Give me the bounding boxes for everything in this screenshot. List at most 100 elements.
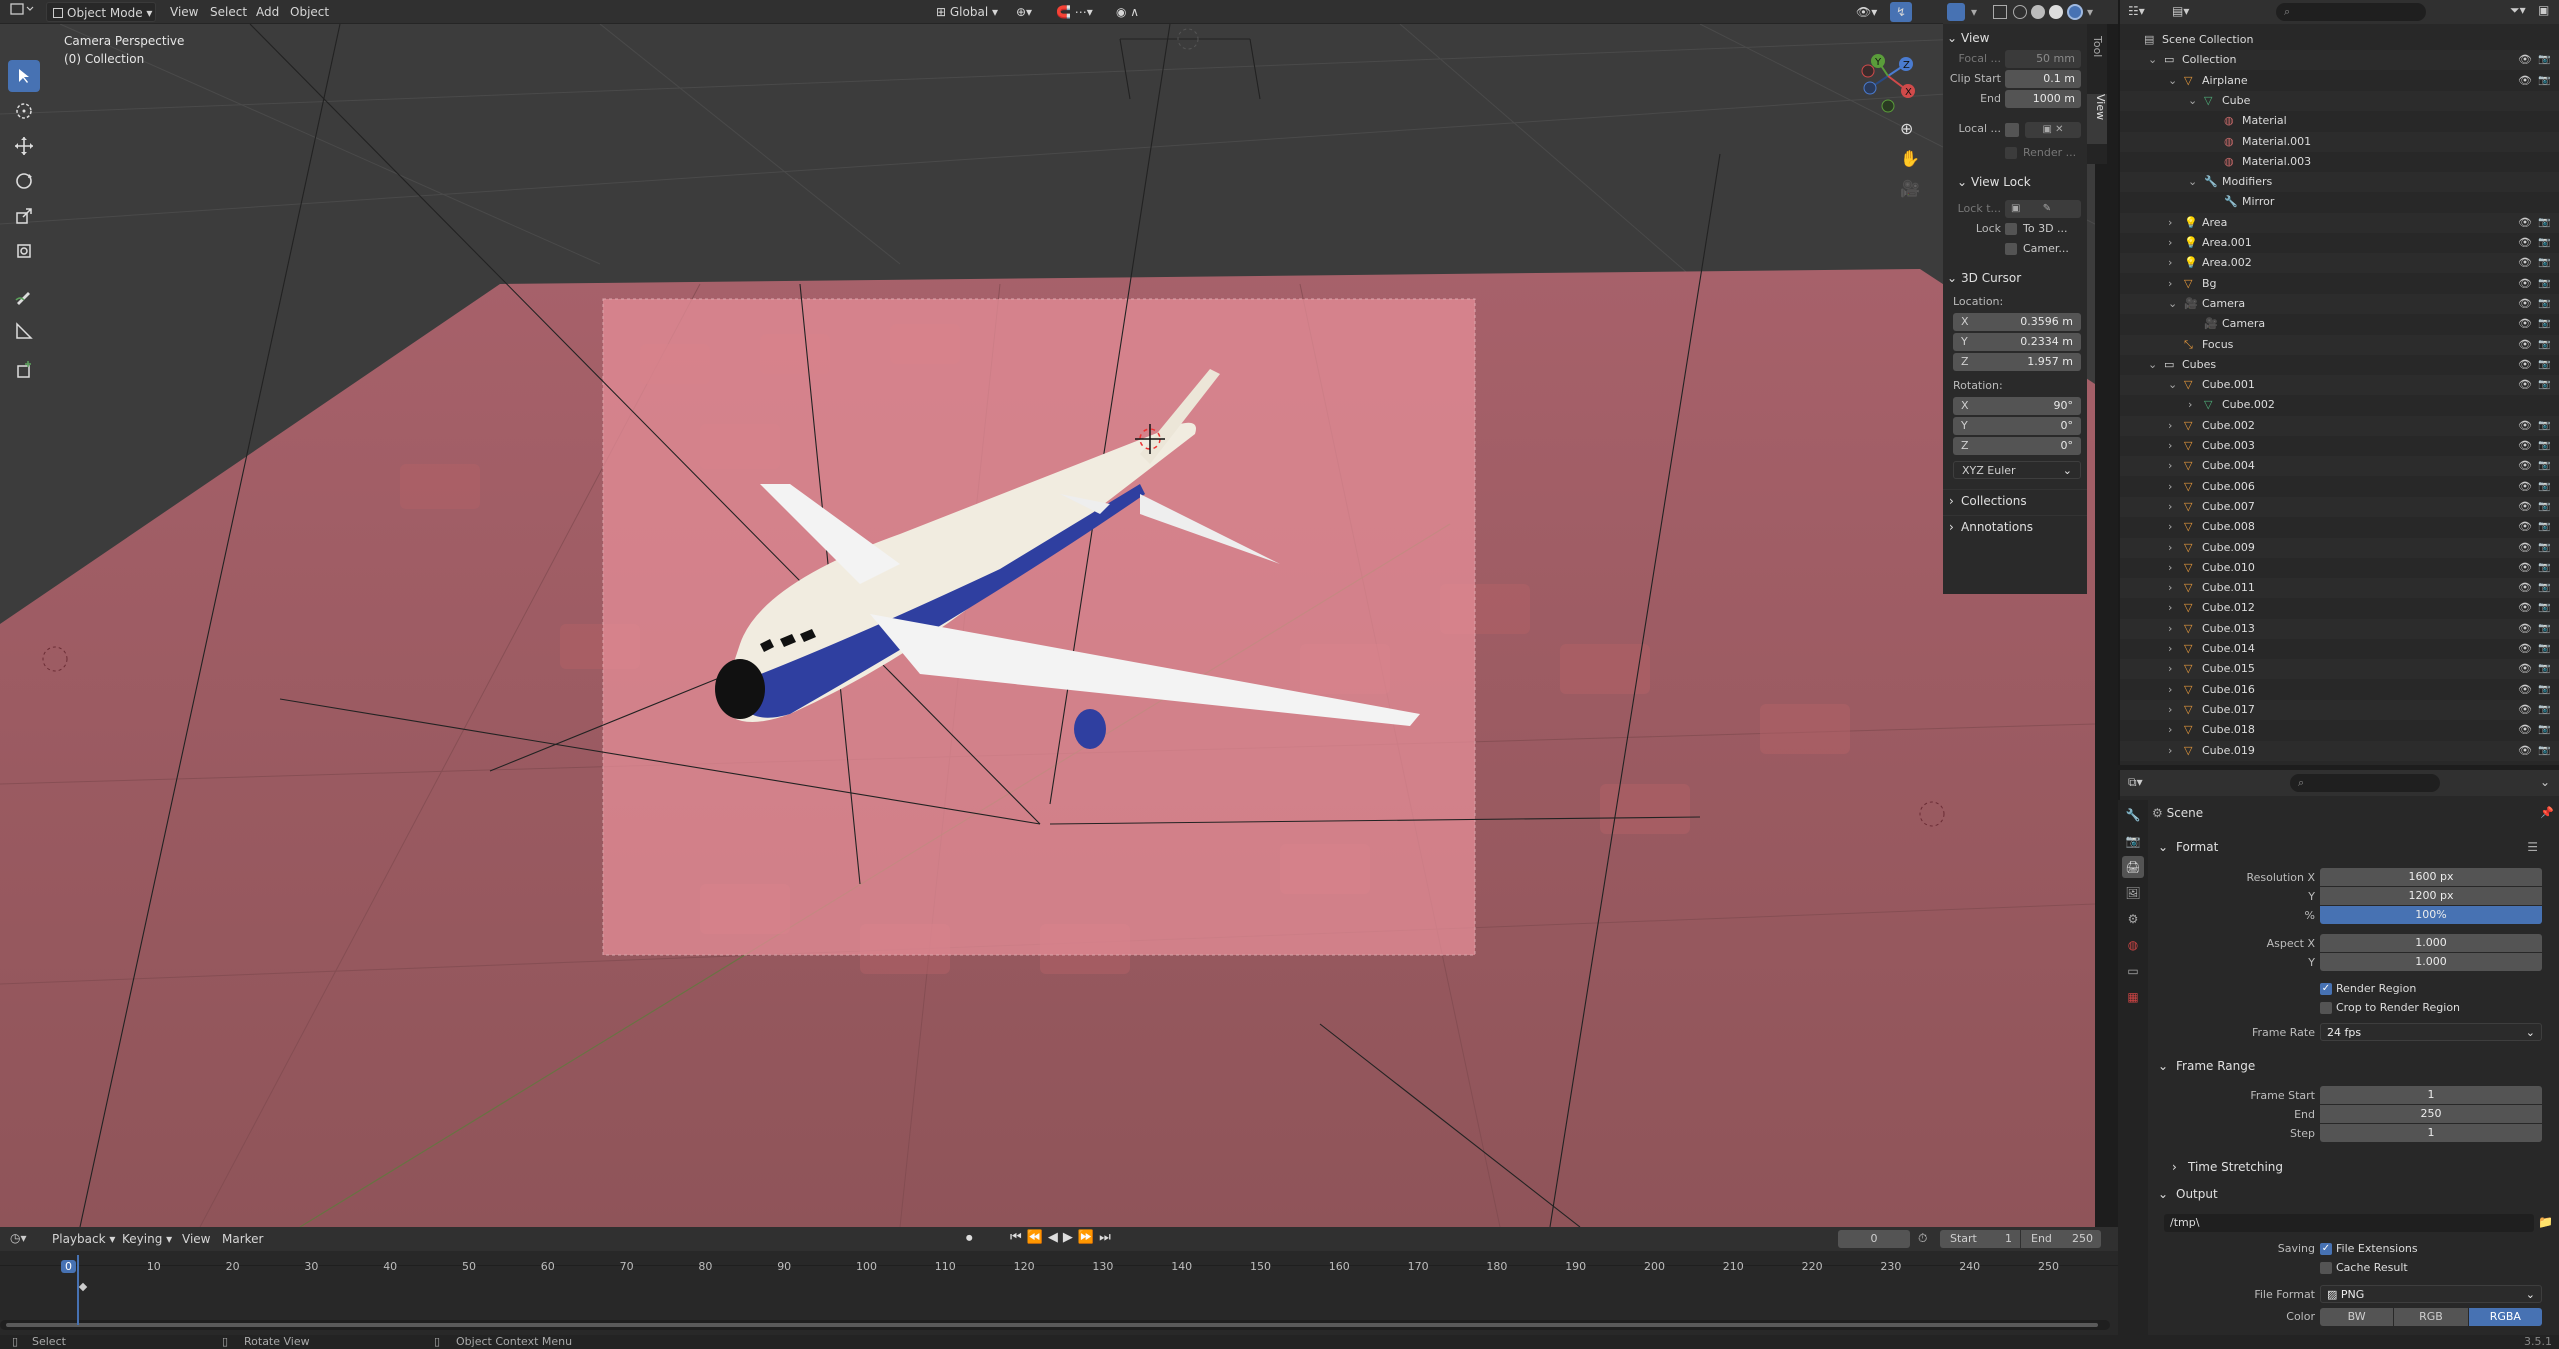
render-camera-icon[interactable]: 📷 [2538, 598, 2550, 618]
render-camera-icon[interactable]: 📷 [2538, 314, 2550, 334]
visibility-eye-icon[interactable]: 👁 [2518, 477, 2532, 497]
outliner-row[interactable]: ⌄ ▽ Airplane 👁 📷 [2120, 71, 2559, 91]
visibility-eye-icon[interactable]: 👁 [2518, 700, 2532, 720]
camera-view-icon[interactable]: 🎥 [1900, 179, 1920, 198]
render-camera-icon[interactable]: 📷 [2538, 335, 2550, 355]
menu-select[interactable]: Select [204, 2, 253, 22]
render-camera-icon[interactable]: 📷 [2538, 720, 2550, 740]
add-cube-tool-icon[interactable] [8, 354, 40, 386]
collection-tab-icon[interactable]: ▭ [2122, 960, 2144, 982]
expand-toggle-icon[interactable]: › [2168, 619, 2172, 639]
visibility-eye-icon[interactable]: 👁 [2518, 639, 2532, 659]
expand-toggle-icon[interactable]: › [2168, 538, 2172, 558]
render-region-checkbox[interactable] [2005, 147, 2017, 159]
measure-tool-icon[interactable] [8, 315, 40, 347]
pin-icon[interactable]: 📌 [2540, 806, 2554, 819]
expand-toggle-icon[interactable]: ⌄ [2168, 294, 2177, 314]
render-camera-icon[interactable]: 📷 [2538, 294, 2550, 314]
visibility-eye-icon[interactable]: 👁 [2518, 355, 2532, 375]
local-camera-checkbox[interactable] [2005, 123, 2019, 137]
render-camera-icon[interactable]: 📷 [2538, 659, 2550, 679]
color-bw-option[interactable]: BW [2320, 1308, 2394, 1326]
expand-toggle-icon[interactable]: › [2168, 213, 2172, 233]
material-shading-icon[interactable] [2049, 5, 2063, 19]
file-format-dropdown[interactable]: ▨ PNG ⌄ [2320, 1285, 2542, 1303]
rendered-shading-icon[interactable] [2067, 4, 2083, 20]
pan-hand-icon[interactable]: ✋ [1900, 149, 1920, 168]
3d-viewport[interactable]: Camera Perspective (0) Collection Z X Y … [0, 24, 2095, 1227]
frame-range-header[interactable]: ⌄ Frame Range [2150, 1055, 2550, 1077]
scale-tool-icon[interactable] [8, 200, 40, 232]
mode-dropdown[interactable]: Object Mode ▾ [46, 2, 156, 22]
filter-icon[interactable]: ⏷▾ [2510, 3, 2526, 18]
record-icon[interactable]: ⏺ [966, 1231, 973, 1246]
outliner-row[interactable]: › ▽ Cube.011 👁 📷 [2120, 578, 2559, 599]
outliner-row[interactable]: › ▽ Cube.015 👁 📷 [2120, 659, 2559, 680]
outliner-row[interactable]: › ▽ Cube.014 👁 📷 [2120, 639, 2559, 659]
visibility-eye-icon[interactable]: 👁 [2518, 538, 2532, 558]
new-collection-icon[interactable]: ▣ [2538, 3, 2549, 17]
frame-rate-dropdown[interactable]: 24 fps ⌄ [2320, 1023, 2542, 1041]
properties-editor-icon[interactable]: ⧉▾ [2128, 775, 2143, 790]
render-camera-icon[interactable]: 📷 [2538, 558, 2550, 578]
rotation-mode-dropdown[interactable]: XYZ Euler ⌄ [1953, 461, 2081, 479]
outliner-row[interactable]: › ▽ Cube.003 👁 📷 [2120, 436, 2559, 456]
visibility-eye-icon[interactable]: 👁 [2518, 416, 2532, 436]
xray-icon[interactable] [1993, 5, 2007, 19]
expand-toggle-icon[interactable]: ⌄ [2168, 71, 2177, 91]
outliner-row[interactable]: 🔧 Mirror [2120, 192, 2559, 212]
render-camera-icon[interactable]: 📷 [2538, 71, 2550, 91]
expand-toggle-icon[interactable]: ⌄ [2168, 375, 2177, 395]
outliner-row[interactable]: › ▽ Cube.010 👁 📷 [2120, 558, 2559, 578]
keying-menu[interactable]: Keying ▾ [116, 1229, 178, 1249]
visibility-eye-icon[interactable]: 👁 [2518, 253, 2532, 273]
3d-cursor-header[interactable]: ⌄ 3D Cursor [1943, 267, 2087, 289]
visibility-eye-icon[interactable]: 👁 [2518, 720, 2532, 740]
render-camera-icon[interactable]: 📷 [2538, 477, 2550, 497]
visibility-eye-icon[interactable]: 👁 [2518, 598, 2532, 618]
visibility-eye-icon[interactable]: 👁 [2518, 619, 2532, 639]
expand-toggle-icon[interactable]: › [2168, 477, 2172, 497]
cursor-rot-y-field[interactable]: Y 0° [1953, 417, 2081, 435]
expand-toggle-icon[interactable]: › [2168, 680, 2172, 700]
visibility-eye-icon[interactable]: 👁 [2518, 558, 2532, 578]
visibility-eye-icon[interactable]: 👁 [2518, 375, 2532, 395]
outliner-row[interactable]: › ▽ Cube.004 👁 📷 [2120, 456, 2559, 477]
visibility-eye-icon[interactable]: 👁 [2518, 233, 2532, 253]
outliner-row[interactable]: › ▽ Bg 👁 📷 [2120, 274, 2559, 294]
render-camera-icon[interactable]: 📷 [2538, 619, 2550, 639]
visibility-eye-icon[interactable]: 👁 [2518, 578, 2532, 598]
expand-toggle-icon[interactable]: › [2168, 253, 2172, 273]
render-camera-icon[interactable]: 📷 [2538, 456, 2550, 476]
render-camera-icon[interactable]: 📷 [2538, 233, 2550, 253]
focal-field[interactable]: 50 mm [2005, 50, 2081, 68]
tab-view[interactable]: View [2087, 94, 2107, 144]
cursor-tool-icon[interactable] [8, 95, 40, 127]
render-camera-icon[interactable]: 📷 [2538, 517, 2550, 537]
clock-icon[interactable]: ◷▾ [10, 1231, 27, 1245]
expand-toggle-icon[interactable]: › [2168, 598, 2172, 618]
outliner-editor-icon[interactable]: ☷▾ [2128, 4, 2145, 18]
expand-toggle-icon[interactable]: › [2168, 741, 2172, 761]
outliner-row[interactable]: › ▽ Cube.017 👁 📷 [2120, 699, 2559, 720]
outliner-row[interactable]: › ▽ Cube.013 👁 📷 [2120, 618, 2559, 639]
render-camera-icon[interactable]: 📷 [2538, 436, 2550, 456]
outliner-row[interactable]: ⌄ ▽ Cube [2120, 90, 2559, 111]
render-camera-icon[interactable]: 📷 [2538, 680, 2550, 700]
render-camera-icon[interactable]: 📷 [2538, 639, 2550, 659]
outliner-row[interactable]: › ▽ Cube.006 👁 📷 [2120, 477, 2559, 497]
editor-type-button[interactable] [4, 2, 40, 22]
outliner-row[interactable]: › ▽ Cube.018 👁 📷 [2120, 720, 2559, 740]
color-rgba-option[interactable]: RGBA [2468, 1308, 2542, 1326]
pivot-icon[interactable]: ⊕▾ [1010, 2, 1038, 22]
visibility-eye-icon[interactable]: 👁 [2518, 213, 2532, 233]
solid-shading-icon[interactable] [2031, 5, 2045, 19]
outliner-row[interactable]: › ▽ Cube.002 👁 📷 [2120, 415, 2559, 436]
outliner-row[interactable]: › 💡 Area.002 👁 📷 [2120, 253, 2559, 274]
expand-toggle-icon[interactable]: › [2168, 274, 2172, 294]
move-tool-icon[interactable] [8, 130, 40, 162]
proportional-edit-icon[interactable]: ◉ ∧ [1110, 2, 1145, 22]
render-camera-icon[interactable]: 📷 [2538, 741, 2550, 761]
gizmo-toggle-icon[interactable]: ↯ [1890, 2, 1913, 22]
visibility-eye-icon[interactable]: 👁 [2518, 50, 2532, 70]
